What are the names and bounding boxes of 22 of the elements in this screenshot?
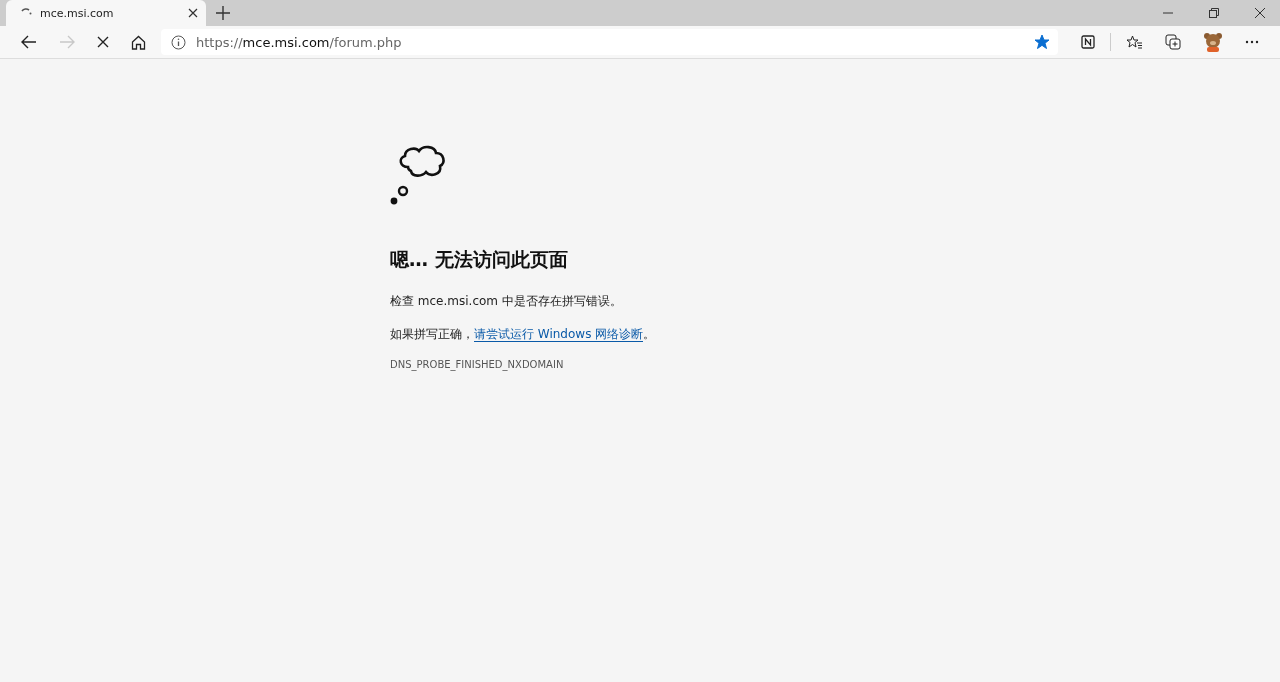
stop-icon[interactable] <box>97 36 109 48</box>
error-heading: 嗯… 无法访问此页面 <box>390 247 569 272</box>
address-field[interactable]: https://mce.msi.com/forum.php <box>161 29 1058 55</box>
favorite-star-icon[interactable] <box>1034 34 1050 50</box>
tab-title: mce.msi.com <box>40 6 115 20</box>
error-code: DNS_PROBE_FINISHED_NXDOMAIN <box>390 359 565 370</box>
restore-icon[interactable] <box>1209 8 1219 18</box>
more-icon[interactable] <box>1245 40 1259 44</box>
diagnostics-hint: 如果拼写正确，请尝试运行 Windows 网络诊断。 <box>390 326 657 343</box>
collections-icon[interactable] <box>1165 34 1181 50</box>
close-icon[interactable] <box>1255 8 1265 18</box>
favorites-list-icon[interactable] <box>1126 34 1143 50</box>
spelling-hint: 检查 mce.msi.com 中是否存在拼写错误。 <box>390 293 623 310</box>
browser-tab[interactable]: mce.msi.com <box>6 0 206 26</box>
home-icon[interactable] <box>131 34 146 50</box>
close-tab-icon[interactable] <box>188 8 198 18</box>
back-arrow-icon[interactable] <box>21 35 37 49</box>
bear-avatar-icon[interactable] <box>1203 32 1223 52</box>
notebook-icon[interactable] <box>1081 35 1095 49</box>
new-tab-icon[interactable] <box>216 6 230 20</box>
diagnostics-link[interactable]: 请尝试运行 Windows 网络诊断 <box>474 327 644 342</box>
info-icon[interactable] <box>171 34 186 50</box>
